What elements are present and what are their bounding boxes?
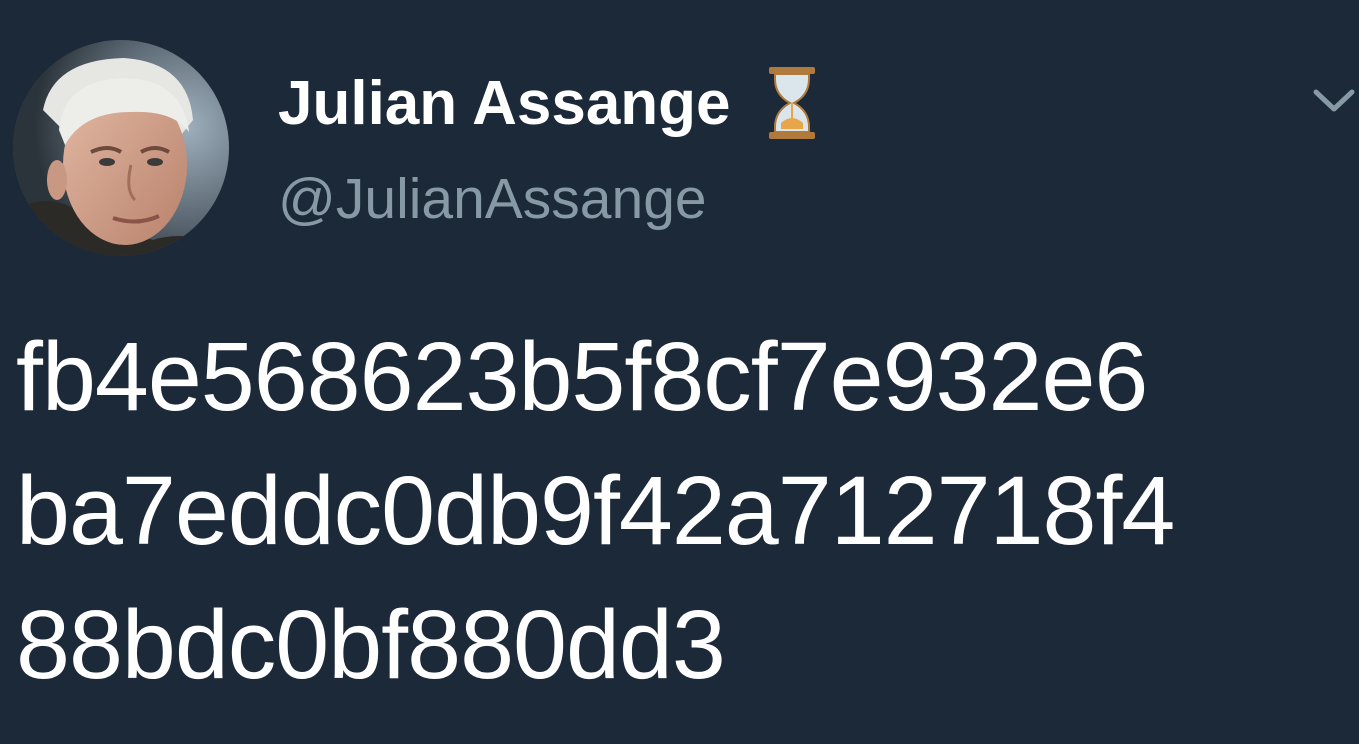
user-handle[interactable]: @JulianAssange xyxy=(278,166,707,232)
chevron-down-icon[interactable] xyxy=(1310,78,1358,122)
display-name[interactable]: Julian Assange xyxy=(278,68,731,139)
avatar[interactable] xyxy=(13,40,229,256)
tweet-text-line: 88bdc0bf880dd3 xyxy=(16,590,726,699)
tweet-text-line: fb4e568623b5f8cf7e932e6 xyxy=(16,322,1148,431)
name-row: Julian Assange xyxy=(278,66,817,140)
tweet-text: fb4e568623b5f8cf7e932e6 ba7eddc0db9f42a7… xyxy=(16,310,1356,712)
hourglass-icon xyxy=(767,65,817,141)
tweet-text-line: ba7eddc0db9f42a712718f4 xyxy=(16,456,1175,565)
profile-photo-icon xyxy=(13,40,229,256)
tweet-card: Julian Assange @JulianAssange fb4e568623… xyxy=(0,0,1359,744)
